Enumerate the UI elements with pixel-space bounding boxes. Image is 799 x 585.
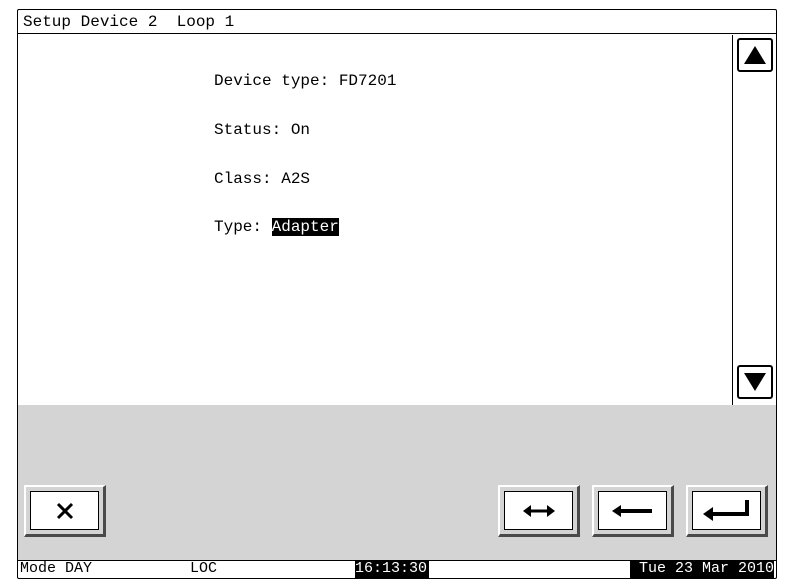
date-display: Tue 23 Mar 2010 <box>630 560 774 578</box>
status-bar: Mode DAY LOC 16:13:30 Tue 23 Mar 2010 <box>18 560 776 578</box>
type-row: Type: Adapter <box>214 217 339 237</box>
class-label: Class: <box>214 170 282 188</box>
enter-icon <box>702 499 749 521</box>
back-button-face <box>598 491 667 530</box>
triangle-up-icon <box>744 46 766 64</box>
back-button[interactable] <box>592 485 674 537</box>
button-panel <box>18 405 776 560</box>
cancel-button-face <box>30 491 99 530</box>
double-arrow-icon <box>522 504 555 517</box>
arrow-left-icon <box>611 504 652 517</box>
device-type-label: Device type: <box>214 72 339 90</box>
enter-button[interactable] <box>686 485 768 537</box>
cancel-button[interactable] <box>24 485 106 537</box>
mode-indicator: Mode DAY <box>20 560 93 577</box>
scrollbar[interactable] <box>732 35 776 405</box>
device-type-value: FD7201 <box>338 72 397 90</box>
device-type-row: Device type: FD7201 <box>214 71 396 91</box>
access-level: LOC <box>190 560 218 577</box>
type-value-selected[interactable]: Adapter <box>271 218 339 236</box>
class-value: A2S <box>281 170 311 188</box>
scroll-down-button[interactable] <box>737 365 773 399</box>
close-icon <box>56 502 73 519</box>
toggle-button[interactable] <box>498 485 580 537</box>
content-area: Device type: FD7201 Status: On Class: A2… <box>18 35 732 405</box>
status-label: Status: <box>214 121 291 139</box>
status-row: Status: On <box>214 120 310 140</box>
triangle-down-icon <box>744 373 766 391</box>
type-label: Type: <box>214 218 272 236</box>
clock: 16:13:30 <box>355 560 430 578</box>
status-value: On <box>290 121 311 139</box>
enter-button-face <box>692 491 761 530</box>
class-row: Class: A2S <box>214 169 310 189</box>
toggle-button-face <box>504 491 573 530</box>
window-title: Setup Device 2 Loop 1 <box>18 10 776 34</box>
scroll-up-button[interactable] <box>737 38 773 72</box>
